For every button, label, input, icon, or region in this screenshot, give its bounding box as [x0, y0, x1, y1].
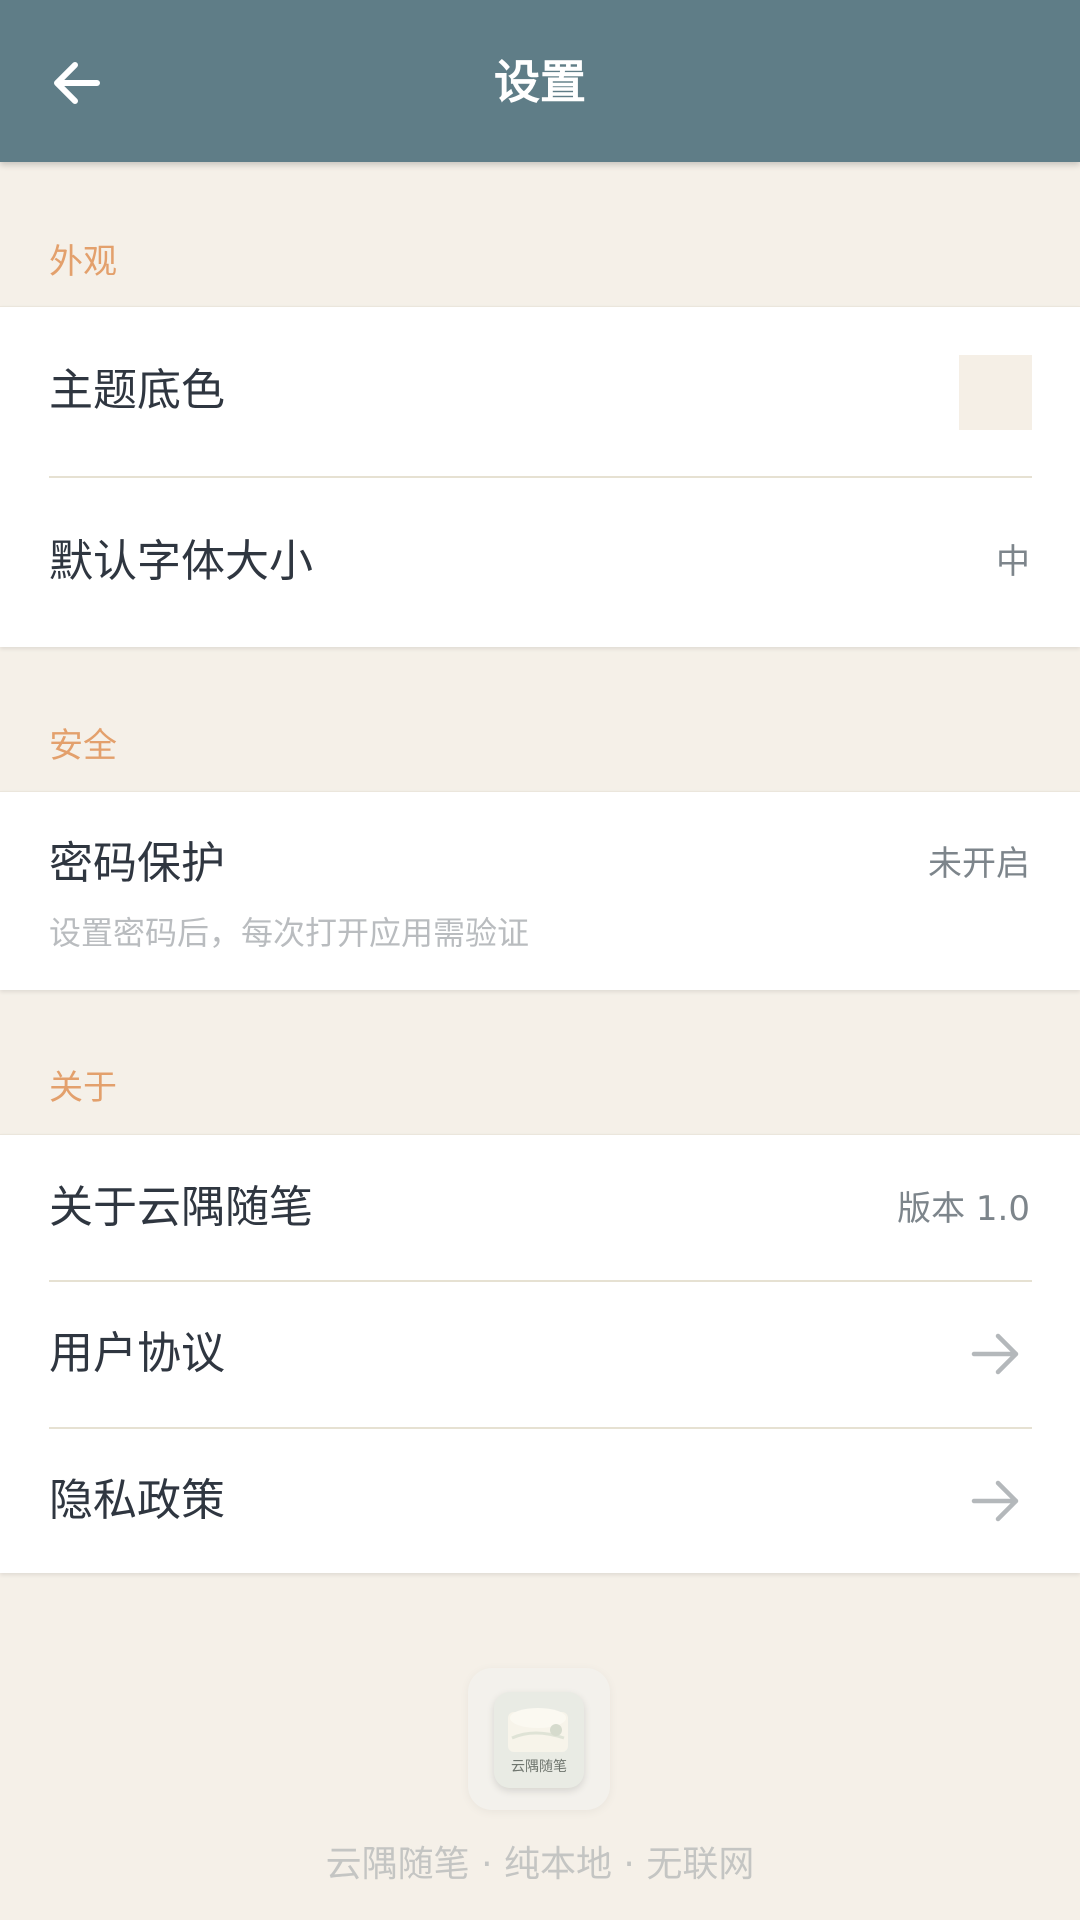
paper-roll-icon	[508, 1708, 568, 1752]
app-logo-text: 云隅随笔	[511, 1759, 567, 1775]
arrow-right-icon	[971, 1480, 1019, 1522]
about-app-row[interactable]: 关于云隅随笔 版本 1.0	[0, 1135, 1080, 1280]
section-header-security: 安全	[49, 726, 117, 766]
theme-color-label: 主题底色	[49, 365, 225, 416]
section-header-appearance: 外观	[49, 242, 117, 282]
password-protection-row[interactable]: 密码保护 未开启 设置密码后，每次打开应用需验证	[0, 792, 1080, 990]
app-logo: 云隅随笔	[468, 1668, 610, 1810]
app-logo-tile: 云隅随笔	[494, 1692, 584, 1788]
section-header-about: 关于	[49, 1068, 117, 1108]
theme-color-swatch[interactable]	[959, 355, 1032, 430]
theme-color-row[interactable]: 主题底色	[0, 307, 1080, 477]
app-version-value: 版本 1.0	[897, 1189, 1030, 1229]
font-size-row[interactable]: 默认字体大小 中	[0, 478, 1080, 647]
password-protection-status: 未开启	[928, 844, 1030, 884]
user-agreement-row[interactable]: 用户协议	[0, 1282, 1080, 1426]
privacy-policy-label: 隐私政策	[49, 1475, 225, 1526]
user-agreement-label: 用户协议	[49, 1328, 225, 1379]
security-card: 密码保护 未开启 设置密码后，每次打开应用需验证	[0, 791, 1080, 990]
appearance-card: 主题底色 默认字体大小 中	[0, 306, 1080, 647]
password-protection-label: 密码保护	[49, 838, 225, 889]
top-app-bar: 设置	[0, 0, 1080, 162]
arrow-right-icon	[971, 1333, 1019, 1375]
page-title: 设置	[494, 55, 586, 109]
about-card: 关于云隅随笔 版本 1.0 用户协议 隐私政策	[0, 1134, 1080, 1573]
password-protection-description: 设置密码后，每次打开应用需验证	[49, 914, 530, 952]
font-size-value: 中	[996, 542, 1030, 582]
about-app-label: 关于云隅随笔	[49, 1182, 313, 1233]
footer-tagline: 云隅随笔 · 纯本地 · 无联网	[325, 1844, 755, 1885]
font-size-label: 默认字体大小	[49, 536, 313, 587]
privacy-policy-row[interactable]: 隐私政策	[0, 1429, 1080, 1573]
